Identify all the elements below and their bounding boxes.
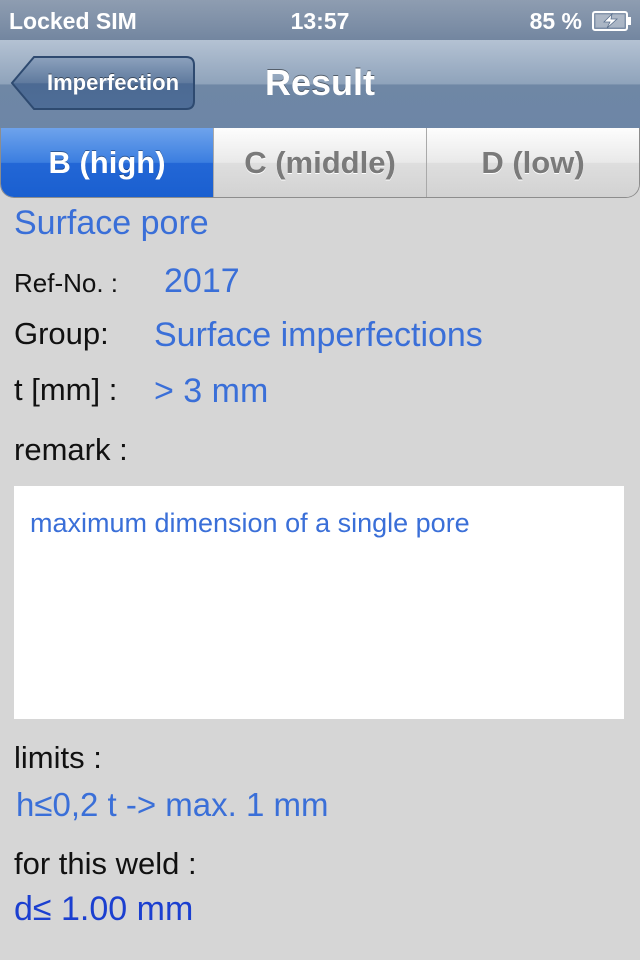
back-button[interactable]: Imperfection (10, 55, 196, 111)
limits-label: limits : (14, 740, 102, 775)
remark-label: remark : (14, 432, 128, 467)
remark-text: maximum dimension of a single pore (30, 508, 470, 538)
limits-value: h≤0,2 t -> max. 1 mm (16, 786, 329, 823)
weld-value: d≤ 1.00 mm (14, 890, 194, 928)
group-value: Surface imperfections (154, 316, 483, 354)
ref-no-label: Ref-No. : (14, 268, 119, 298)
segment-d-low[interactable]: D (low) (426, 128, 639, 197)
weld-label: for this weld : (14, 846, 197, 881)
quality-level-segmented-control: B (high) C (middle) D (low) (0, 128, 640, 198)
remark-text-area[interactable]: maximum dimension of a single pore (14, 486, 624, 719)
page-title: Result (264, 62, 376, 103)
battery-percentage: 85 % (529, 8, 582, 34)
group-label: Group: (14, 316, 109, 351)
ref-no-value: 2017 (164, 262, 240, 300)
segment-c-middle[interactable]: C (middle) (213, 128, 426, 197)
back-button-label: Imperfection (46, 70, 180, 95)
status-bar: Locked SIM 13:57 85 % (0, 0, 640, 40)
battery-charging-icon (592, 11, 631, 31)
thickness-value: > 3 mm (154, 372, 269, 410)
segment-b-high[interactable]: B (high) (1, 128, 213, 197)
result-content: Surface pore Ref-No. : 2017 Group: Surfa… (0, 198, 640, 960)
thickness-label: t [mm] : (14, 372, 118, 407)
navigation-bar: Imperfection Result (0, 40, 640, 129)
imperfection-title: Surface pore (14, 204, 209, 242)
